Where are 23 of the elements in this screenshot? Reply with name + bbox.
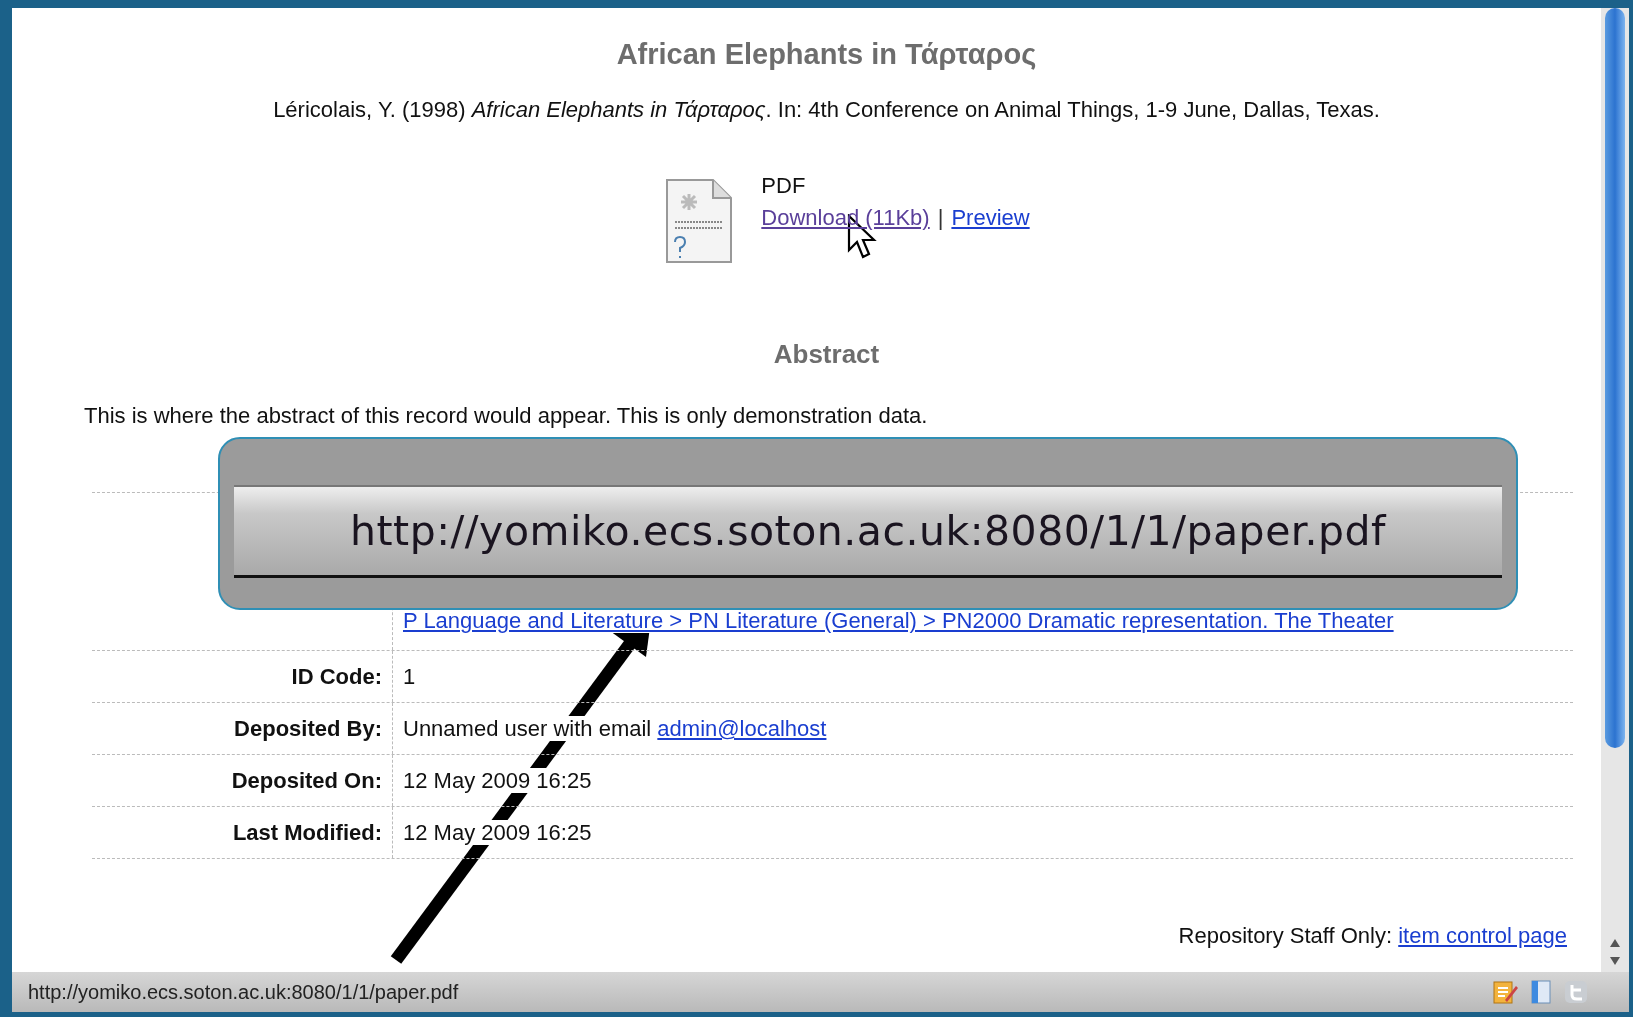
abstract-text: This is where the abstract of this record would appear. This is only demonstration data. [84, 403, 929, 429]
panel-icon[interactable] [1529, 978, 1553, 1006]
scrollbar[interactable] [1601, 8, 1629, 972]
detail-label: Deposited By: [234, 716, 382, 741]
detail-value: 12 May 2009 16:25 [403, 768, 592, 793]
detail-label: ID Code: [291, 664, 382, 689]
preview-link[interactable]: Preview [951, 202, 1030, 234]
staff-note: Repository Staff Only: item control page [1178, 923, 1567, 948]
callout-url: http://yomiko.ecs.soton.ac.uk:8080/1/1/paper.pdf [350, 507, 1386, 555]
format-label: PDF [761, 172, 807, 200]
status-url: http://yomiko.ecs.soton.ac.uk:8080/1/1/paper.pdf [28, 980, 460, 1004]
email-link[interactable]: admin@localhost [657, 716, 827, 741]
detail-label: Last Modified: [232, 820, 382, 845]
detail-value: Unnamed user with email admin@localhost [403, 716, 827, 741]
link-separator: | [937, 204, 944, 232]
notepad-icon[interactable] [1491, 978, 1519, 1006]
abstract-heading: Abstract [773, 339, 880, 370]
detail-value: 12 May 2009 16:25 [403, 820, 592, 845]
record-title: African Elephants in Τάρταρος [616, 38, 1037, 71]
citation: Léricolais, Y. (1998) African Elephants in Τάρταρος. In: 4th Conference on Animal Things, 1-9 June, Dallas, Texas. [273, 97, 1380, 123]
item-control-link[interactable]: item control page [1398, 923, 1567, 948]
scrollbar-thumb[interactable] [1605, 8, 1625, 748]
detail-label: Deposited On: [231, 768, 382, 793]
